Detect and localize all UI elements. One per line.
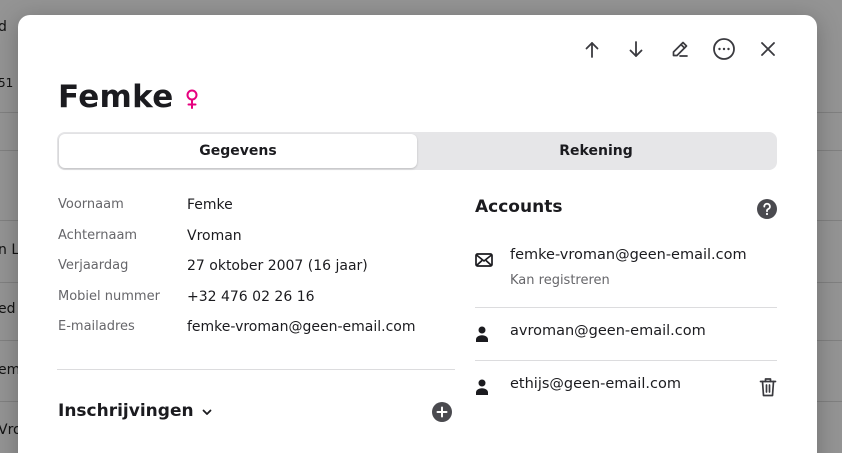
account-email: femke-vroman@geen-email.com	[510, 247, 747, 263]
more-icon	[713, 38, 735, 60]
tab-gegevens[interactable]: Gegevens	[59, 134, 417, 168]
close-icon	[761, 42, 775, 56]
registrations-toggle[interactable]: Inschrijvingen	[58, 401, 212, 421]
envelope-icon	[475, 253, 493, 267]
accounts-header: Accounts	[475, 197, 777, 237]
detail-row: Voornaam Femke	[58, 197, 458, 228]
chevron-down-icon	[202, 409, 211, 415]
detail-label: Mobiel nummer	[58, 288, 160, 304]
account-item[interactable]: femke-vroman@geen-email.com Kan registre…	[475, 237, 777, 308]
detail-value: Vroman	[187, 227, 242, 244]
detail-label: E-mailadres	[58, 319, 135, 334]
registrations-title: Inschrijvingen	[58, 401, 194, 421]
user-icon	[476, 379, 488, 395]
female-icon	[186, 89, 198, 109]
detail-value: +32 476 02 26 16	[187, 288, 315, 305]
person-detail-modal: Femke Gegevens Rekening Voornaam Femke A…	[18, 15, 817, 453]
arrow-down-icon	[629, 40, 643, 57]
modal-toolbar	[577, 37, 783, 61]
close-button[interactable]	[753, 37, 783, 61]
detail-value: 27 oktober 2007 (16 jaar)	[187, 258, 368, 274]
account-status: Kan registreren	[510, 273, 610, 288]
account-email: avroman@geen-email.com	[510, 323, 706, 339]
details-list: Voornaam Femke Achternaam Vroman Verjaar…	[58, 197, 458, 350]
detail-label: Verjaardag	[58, 258, 129, 273]
tab-rekening[interactable]: Rekening	[417, 134, 775, 168]
detail-value: Femke	[187, 197, 233, 213]
accounts-title: Accounts	[475, 197, 563, 217]
edit-button[interactable]	[665, 37, 695, 61]
tab-switcher: Gegevens Rekening	[57, 132, 777, 170]
account-item[interactable]: avroman@geen-email.com	[475, 308, 777, 361]
arrow-up-icon	[585, 41, 599, 58]
detail-label: Achternaam	[58, 227, 138, 243]
detail-row: Verjaardag 27 oktober 2007 (16 jaar)	[58, 258, 458, 289]
next-button[interactable]	[621, 37, 651, 61]
edit-icon	[672, 41, 688, 57]
detail-label: Voornaam	[58, 197, 124, 212]
accounts-panel: Accounts femke-vroman@geen-email.com Kan…	[475, 197, 777, 414]
more-button[interactable]	[709, 37, 739, 61]
detail-row: E-mailadres femke-vroman@geen-email.com	[58, 319, 458, 350]
user-icon	[476, 326, 488, 342]
detail-row: Achternaam Vroman	[58, 228, 458, 259]
page-title: Femke	[58, 79, 174, 115]
trash-icon[interactable]	[759, 377, 777, 397]
detail-row: Mobiel nummer +32 476 02 26 16	[58, 289, 458, 320]
divider	[57, 369, 455, 370]
previous-button[interactable]	[577, 37, 607, 61]
help-icon[interactable]	[757, 199, 777, 219]
add-registration-icon[interactable]	[432, 402, 452, 422]
account-item[interactable]: ethijs@geen-email.com	[475, 361, 777, 414]
detail-value[interactable]: femke-vroman@geen-email.com	[187, 319, 415, 335]
title-row: Femke	[58, 79, 198, 115]
account-email: ethijs@geen-email.com	[510, 376, 681, 392]
